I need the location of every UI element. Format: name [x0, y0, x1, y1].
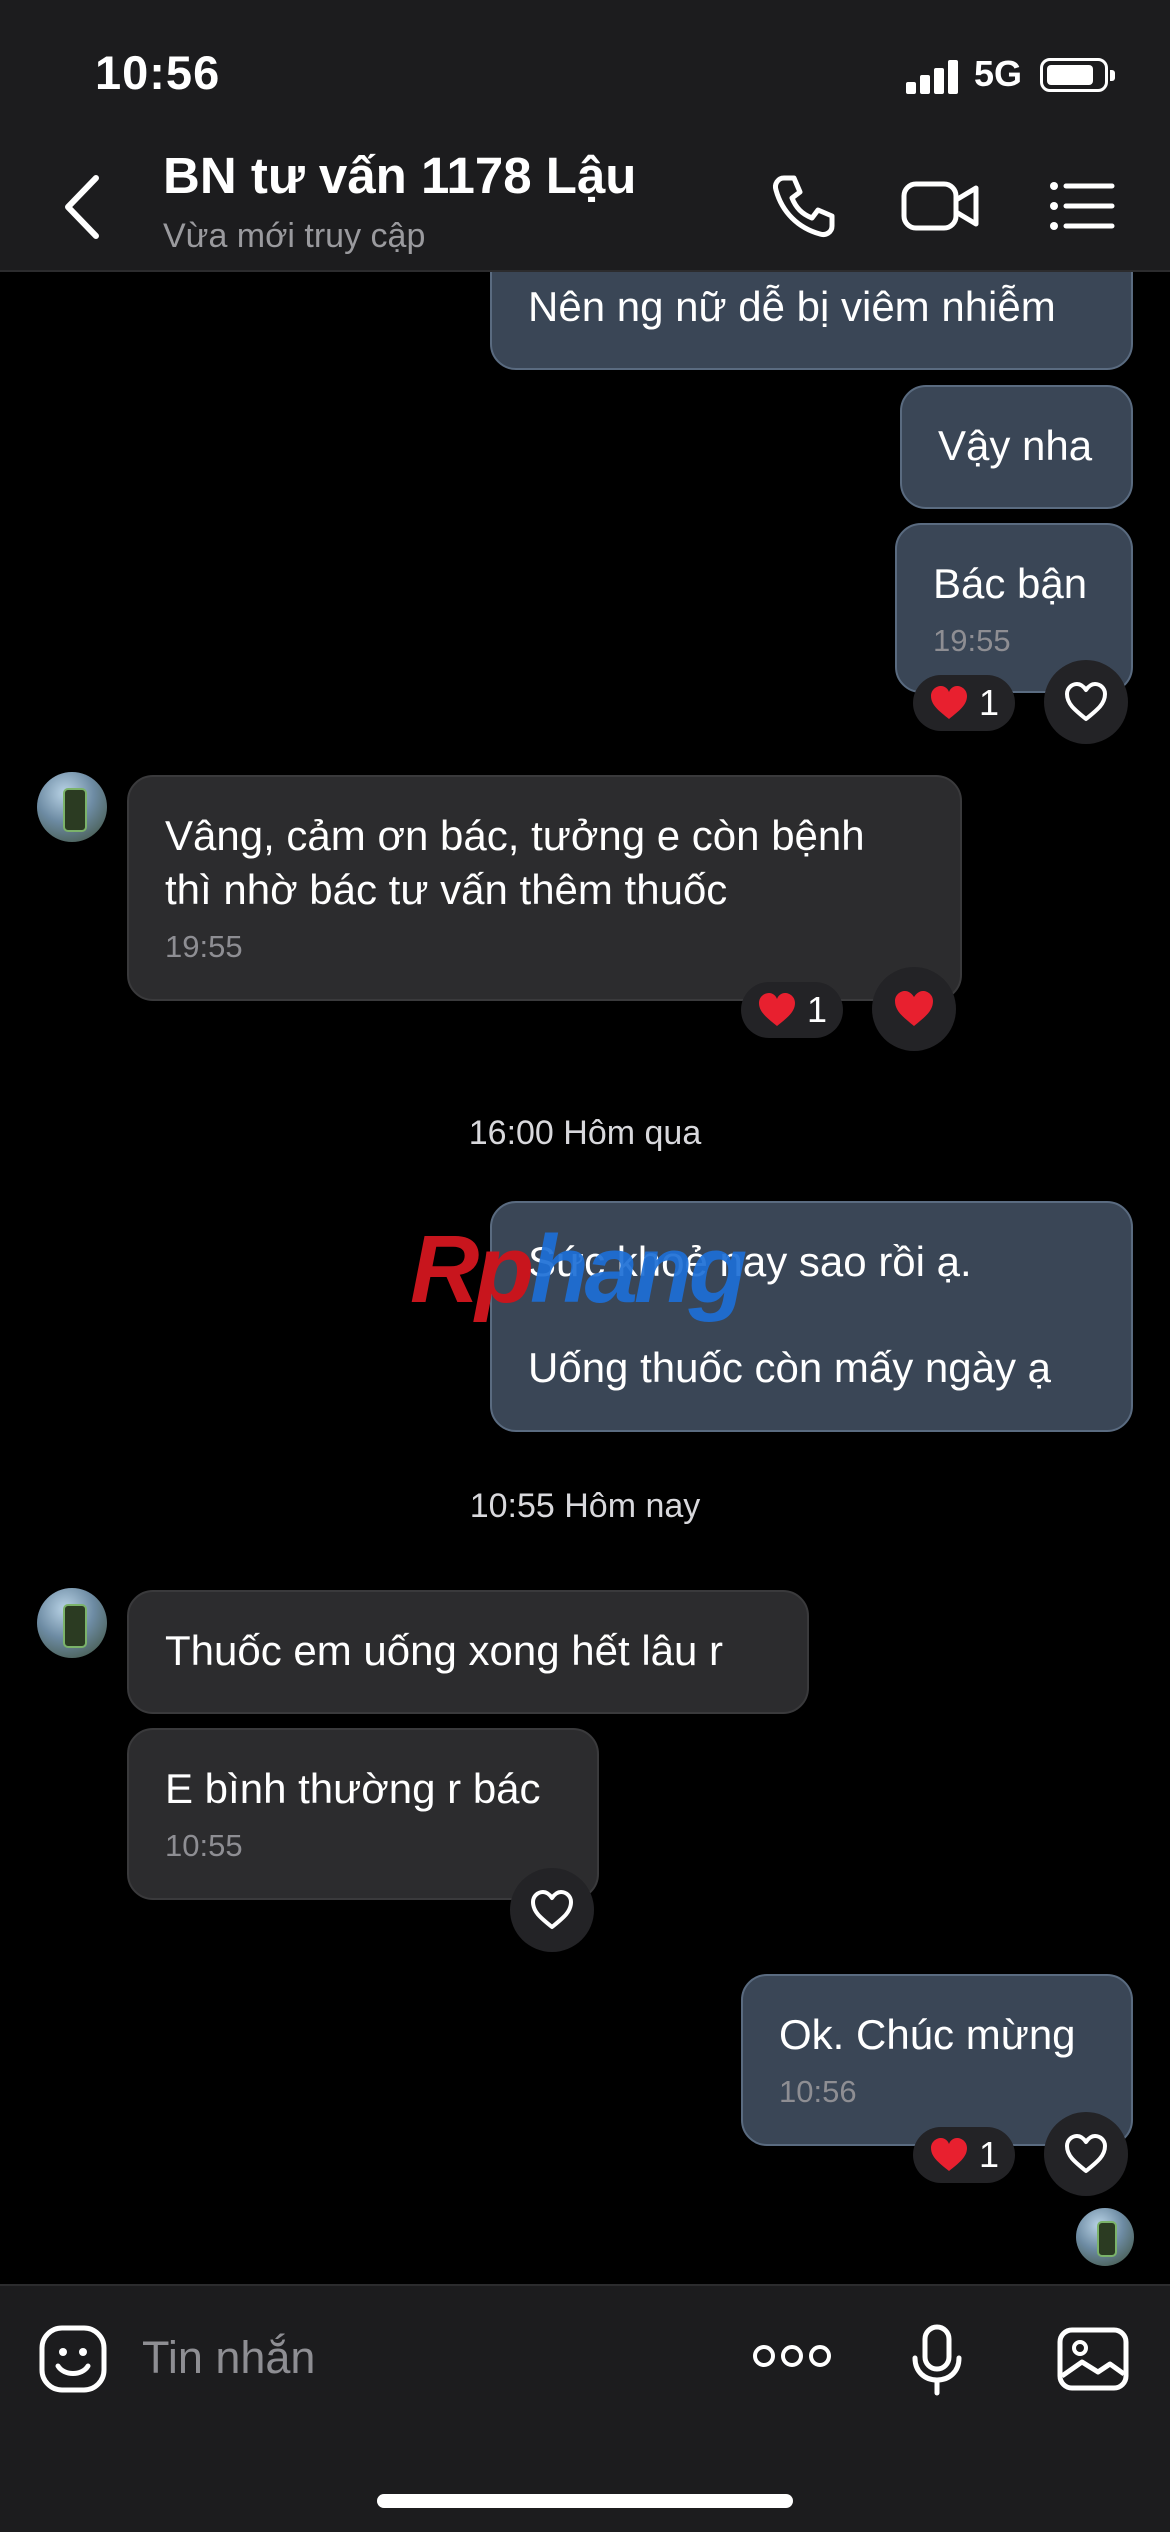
reaction-badge[interactable]: 1 [741, 982, 844, 1038]
seen-avatar [1076, 2208, 1134, 2266]
chevron-left-icon[interactable] [60, 172, 104, 242]
battery-icon [1040, 58, 1115, 92]
image-icon[interactable] [1056, 2326, 1130, 2392]
chat-title[interactable]: BN tư vấn 1178 Lậu [163, 146, 636, 205]
message-timestamp: 10:56 [779, 2074, 857, 2109]
top-bar: 10:56 5G BN tư vấn 1178 Lậu Vừa mới truy… [0, 0, 1170, 272]
heart-outline-icon [1065, 682, 1107, 721]
message-bubble-incoming[interactable]: Vâng, cảm ơn bác, tưởng e còn bệnh thì n… [127, 775, 962, 1001]
reaction-count: 1 [979, 682, 1000, 723]
message-text-line: Vâng, cảm ơn bác, tưởng e còn bệnh [165, 812, 865, 859]
reaction-count: 1 [807, 989, 828, 1030]
message-timestamp: 19:55 [933, 623, 1011, 658]
like-button[interactable] [1044, 660, 1128, 744]
message-timestamp: 10:55 [165, 1828, 243, 1863]
message-text: Vậy nha [938, 422, 1093, 469]
chat-status: Vừa mới truy cập [163, 217, 426, 255]
more-dots-icon[interactable] [752, 2336, 832, 2376]
microphone-icon[interactable] [910, 2324, 964, 2396]
message-text-line: Uống thuốc còn mấy ngày ạ [528, 1344, 1051, 1391]
reaction-count: 1 [979, 2134, 1000, 2175]
emoji-sticker-icon[interactable] [38, 2324, 108, 2394]
home-indicator[interactable] [377, 2494, 793, 2508]
signal-icon [906, 60, 958, 94]
message-timestamp: 19:55 [165, 929, 243, 964]
date-divider: 16:00 Hôm qua [468, 1114, 702, 1152]
message-text-line: Sức khoẻ nay sao rồi ạ. [528, 1238, 972, 1285]
message-text: Bác bận [933, 560, 1088, 607]
list-menu-icon[interactable] [1046, 170, 1118, 242]
message-bubble-outgoing[interactable]: Sức khoẻ nay sao rồi ạ. Uống thuốc còn m… [490, 1201, 1133, 1432]
like-button[interactable] [872, 967, 956, 1051]
message-bubble-outgoing[interactable]: Vậy nha [900, 385, 1133, 509]
network-label: 5G [974, 53, 1023, 94]
message-bubble-incoming[interactable]: Thuốc em uống xong hết lâu r [127, 1590, 809, 1714]
heart-outline-icon [1065, 2134, 1107, 2173]
date-divider: 10:55 Hôm nay [469, 1487, 701, 1525]
like-button[interactable] [510, 1868, 594, 1952]
heart-filled-icon [895, 991, 933, 1026]
message-composer: Tin nhắn [0, 2284, 1170, 2532]
contact-avatar[interactable] [37, 772, 107, 842]
video-camera-icon[interactable] [900, 170, 980, 242]
heart-outline-icon [531, 1890, 573, 1929]
message-text: E bình thường r bác [165, 1765, 541, 1812]
phone-icon[interactable] [768, 170, 840, 242]
message-text: Nên ng nữ dễ bị viêm nhiễm [528, 283, 1056, 330]
chat-screen: 10:56 5G BN tư vấn 1178 Lậu Vừa mới truy… [0, 0, 1170, 2532]
message-text: Thuốc em uống xong hết lâu r [165, 1627, 724, 1674]
like-button[interactable] [1044, 2112, 1128, 2196]
message-text-line: thì nhờ bác tư vấn thêm thuốc [165, 866, 728, 913]
message-text: Ok. Chúc mừng [779, 2011, 1076, 2058]
message-input[interactable]: Tin nhắn [142, 2332, 315, 2384]
heart-icon [931, 2138, 967, 2171]
heart-icon [931, 686, 967, 719]
status-time: 10:56 [95, 46, 221, 99]
contact-avatar[interactable] [37, 1588, 107, 1658]
heart-icon [759, 993, 795, 1026]
reaction-badge[interactable]: 1 [913, 2127, 1016, 2183]
reaction-badge[interactable]: 1 [913, 675, 1016, 731]
